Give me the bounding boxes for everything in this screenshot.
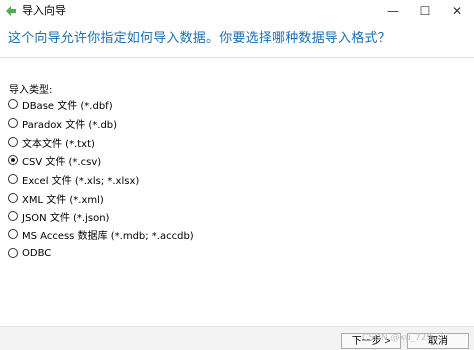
- option-label: JSON 文件 (*.json): [22, 212, 110, 224]
- option-label: ODBC: [22, 247, 52, 259]
- option-dbase[interactable]: DBase 文件 (*.dbf): [8, 96, 113, 112]
- import-type-label: 导入类型:: [9, 85, 53, 96]
- minimize-icon[interactable]: —: [378, 0, 408, 22]
- maximize-icon[interactable]: ☐: [410, 0, 440, 22]
- window-title: 导入向导: [22, 4, 66, 17]
- radio-icon[interactable]: [8, 99, 18, 109]
- option-xml[interactable]: XML 文件 (*.xml): [8, 190, 104, 206]
- wizard-heading: 这个向导允许你指定如何导入数据。你要选择哪种数据导入格式？: [8, 31, 391, 46]
- divider: [0, 57, 474, 58]
- radio-icon[interactable]: [8, 229, 18, 239]
- option-odbc[interactable]: ODBC: [8, 245, 51, 261]
- radio-icon[interactable]: [8, 174, 18, 184]
- radio-icon[interactable]: [8, 155, 18, 165]
- title-bar: 导入向导 — ☐ ✕: [0, 0, 474, 22]
- option-label: DBase 文件 (*.dbf): [22, 100, 113, 112]
- option-json[interactable]: JSON 文件 (*.json): [8, 208, 109, 224]
- option-ms-access[interactable]: MS Access 数据库 (*.mdb; *.accdb): [8, 226, 194, 242]
- option-label: Paradox 文件 (*.db): [22, 119, 118, 131]
- option-excel[interactable]: Excel 文件 (*.xls; *.xlsx): [8, 171, 139, 187]
- watermark: CSDN @xu_729...: [362, 333, 441, 343]
- radio-icon[interactable]: [8, 137, 18, 147]
- import-wizard-icon: [6, 6, 16, 16]
- option-csv[interactable]: CSV 文件 (*.csv): [8, 152, 101, 168]
- option-label: MS Access 数据库 (*.mdb; *.accdb): [22, 230, 194, 242]
- option-label: 文本文件 (*.txt): [22, 138, 95, 150]
- option-paradox[interactable]: Paradox 文件 (*.db): [8, 115, 117, 131]
- radio-icon[interactable]: [8, 118, 18, 128]
- radio-icon[interactable]: [8, 248, 18, 258]
- option-label: CSV 文件 (*.csv): [22, 156, 102, 168]
- option-label: XML 文件 (*.xml): [22, 194, 104, 206]
- radio-icon[interactable]: [8, 193, 18, 203]
- option-label: Excel 文件 (*.xls; *.xlsx): [22, 175, 140, 187]
- radio-icon[interactable]: [8, 211, 18, 221]
- option-text[interactable]: 文本文件 (*.txt): [8, 134, 95, 150]
- close-icon[interactable]: ✕: [442, 0, 472, 22]
